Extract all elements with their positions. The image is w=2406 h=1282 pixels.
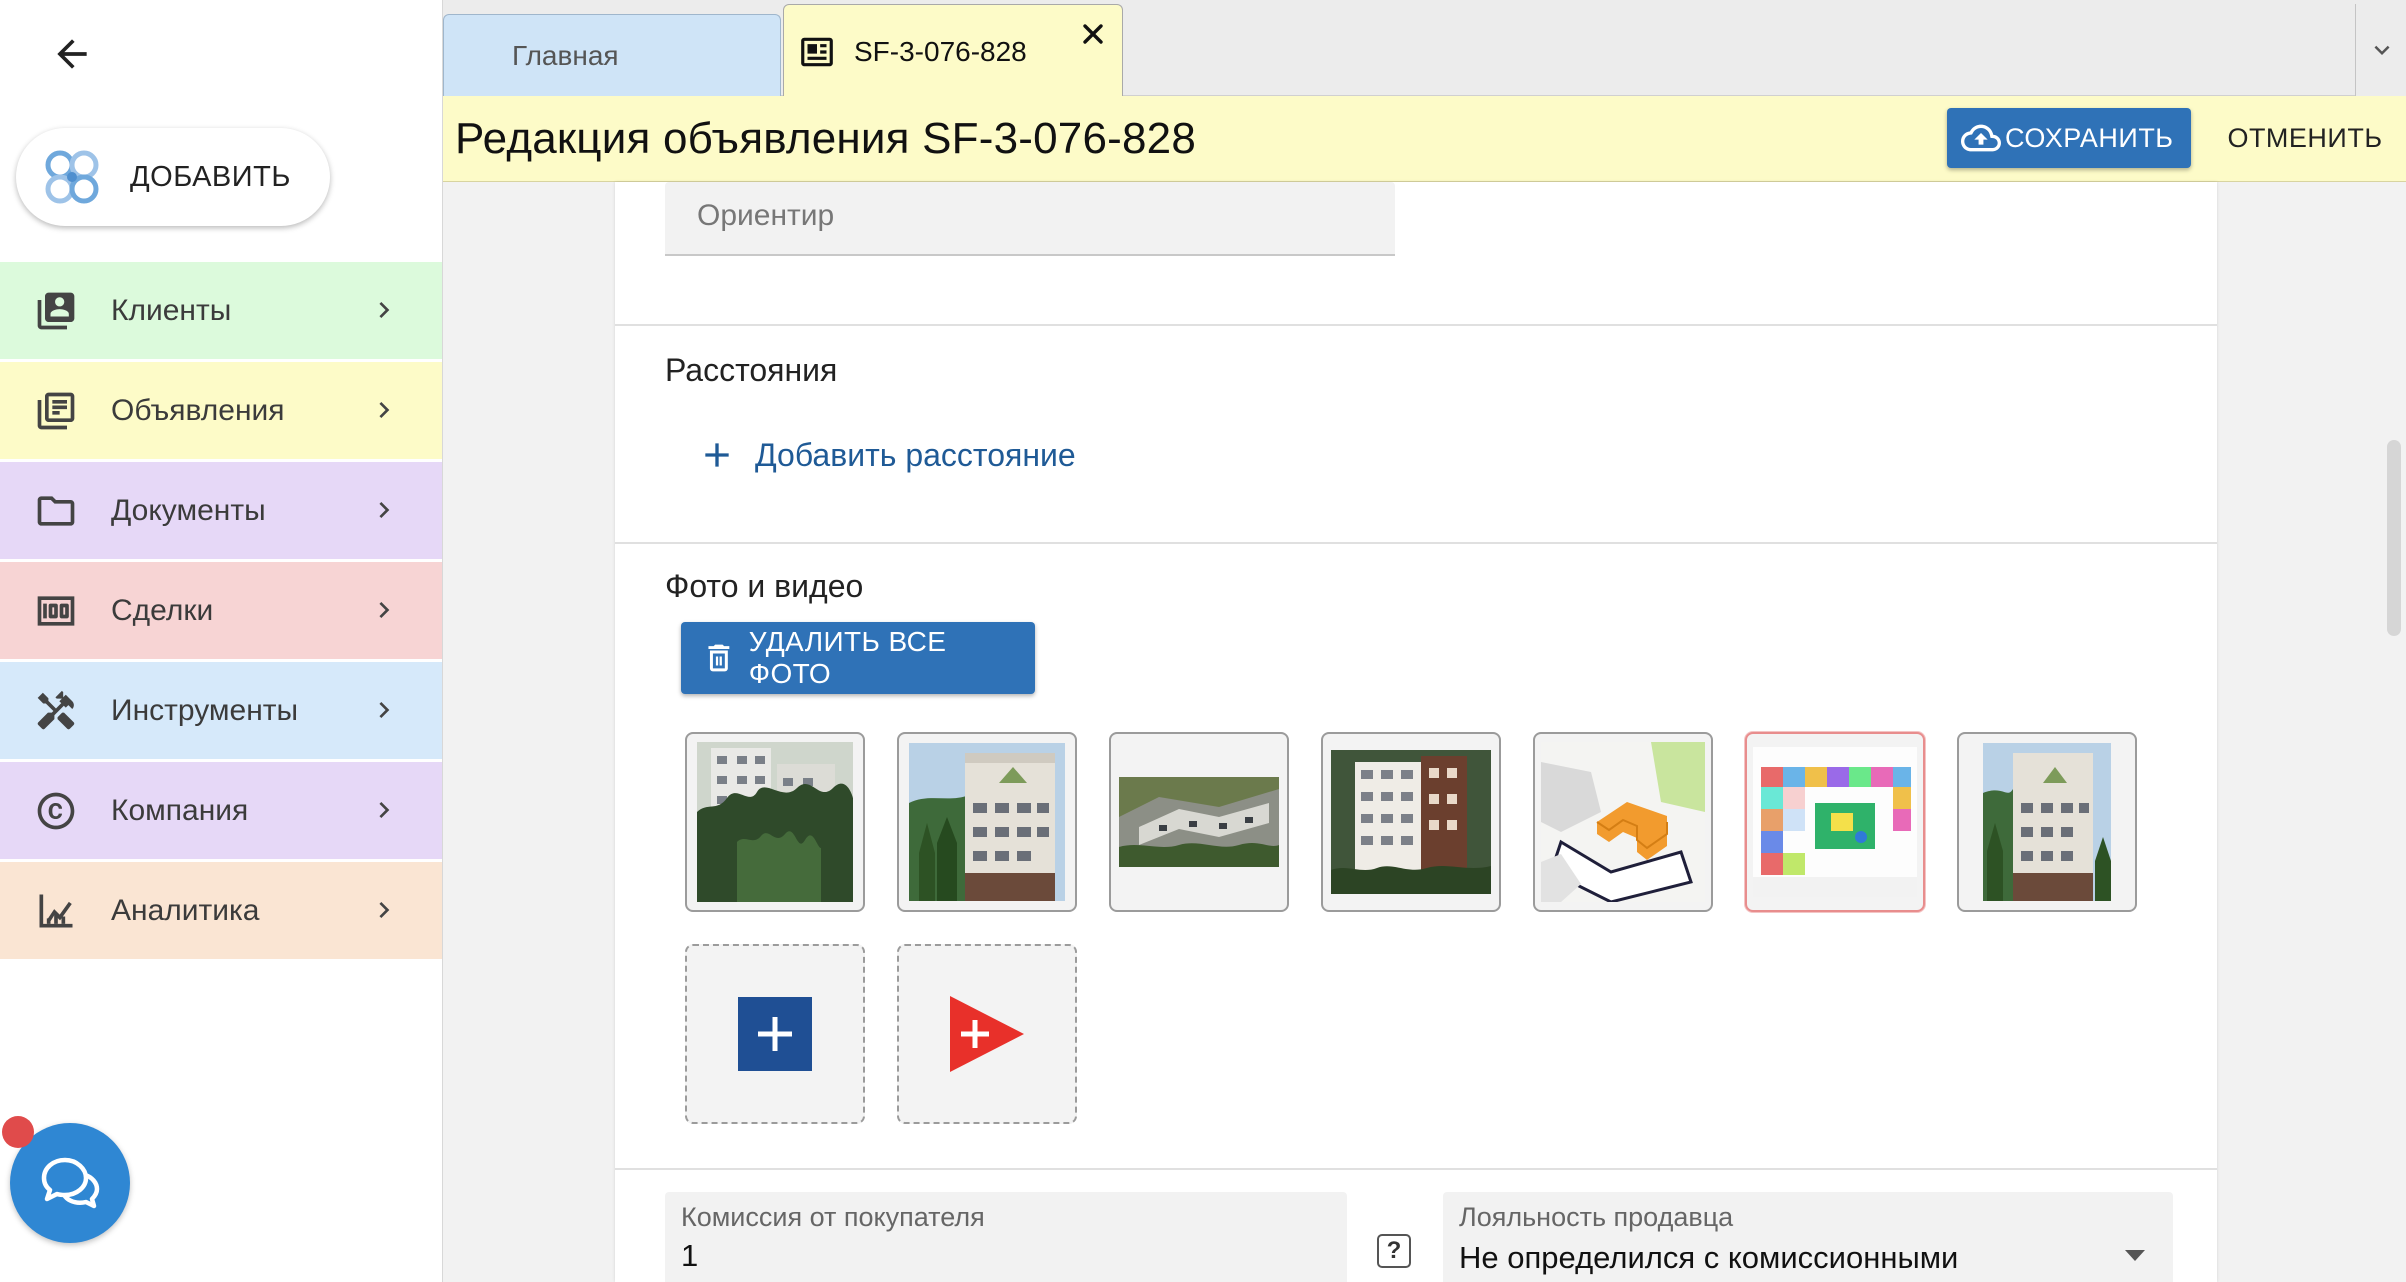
tools-icon <box>33 688 79 734</box>
chevron-right-icon <box>379 502 390 518</box>
add-button[interactable]: ДОБАВИТЬ <box>16 128 330 226</box>
sidebar-item-label: Документы <box>111 493 266 527</box>
tab-listing-label: SF-3-076-828 <box>854 35 1027 67</box>
chat-bubbles-icon <box>41 1157 100 1209</box>
seller-loyalty-label: Лояльность продавца <box>1459 1202 1734 1232</box>
cloud-upload-icon <box>1961 124 2001 152</box>
chevron-right-icon <box>379 902 390 918</box>
building-photo <box>909 743 1065 901</box>
sidebar-item-label: Клиенты <box>111 293 232 327</box>
commission-field[interactable]: Комиссия от покупателя <box>665 1192 1347 1282</box>
building-photo <box>1983 743 2111 901</box>
photo-thumbnail[interactable] <box>1533 732 1713 912</box>
photo-thumbnail-selected[interactable] <box>1745 732 1925 912</box>
photo-thumbnail[interactable] <box>685 732 865 912</box>
add-distance-button[interactable]: Добавить расстояние <box>697 430 1076 480</box>
save-button-label: СОХРАНИТЬ <box>2005 122 2174 153</box>
section-divider <box>615 542 2217 544</box>
add-photo-button[interactable] <box>685 944 865 1124</box>
photo-thumbnail[interactable] <box>1109 732 1289 912</box>
distances-section-title: Расстояния <box>665 352 838 388</box>
delete-all-photos-label: УДАЛИТЬ ВСЕ ФОТО <box>748 626 947 689</box>
sidebar-item-deals[interactable]: Сделки <box>0 562 442 659</box>
tab-home[interactable]: Главная <box>443 14 781 96</box>
aerial-photo <box>1119 777 1279 867</box>
chevron-right-icon <box>379 302 390 318</box>
chevron-right-icon <box>379 702 390 718</box>
chevron-right-icon <box>379 602 390 618</box>
sidebar-item-listings[interactable]: Объявления <box>0 362 442 459</box>
seller-loyalty-value: Не определился с комиссионными <box>1459 1240 1959 1275</box>
folder-icon <box>33 488 79 534</box>
section-divider <box>615 1168 2217 1170</box>
section-divider <box>615 324 2217 326</box>
tab-list-menu-button[interactable] <box>2355 4 2406 96</box>
landmark-input[interactable] <box>697 196 1357 236</box>
sidebar-item-documents[interactable]: Документы <box>0 462 442 559</box>
trash-icon <box>708 644 730 672</box>
analytics-icon <box>33 888 79 934</box>
save-button[interactable]: СОХРАНИТЬ <box>1947 108 2191 168</box>
photo-thumbnail[interactable] <box>897 732 1077 912</box>
back-button[interactable] <box>42 24 102 84</box>
copyright-icon <box>33 788 79 834</box>
media-section-title: Фото и видео <box>665 568 864 604</box>
plus-icon <box>705 443 729 467</box>
sidebar-item-label: Компания <box>111 793 249 827</box>
add-distance-label: Добавить расстояние <box>755 436 1076 473</box>
contacts-icon <box>33 288 79 334</box>
scrollbar-thumb[interactable] <box>2387 440 2401 636</box>
delete-all-photos-button[interactable]: УДАЛИТЬ ВСЕ ФОТО <box>681 622 1035 694</box>
add-photo-icon <box>738 997 812 1071</box>
sidebar-item-label: Сделки <box>111 593 214 627</box>
sidebar-item-tools[interactable]: Инструменты <box>0 662 442 759</box>
add-video-button[interactable] <box>897 944 1077 1124</box>
sidebar-item-label: Аналитика <box>111 893 260 927</box>
sidebar-item-clients[interactable]: Клиенты <box>0 262 442 359</box>
tab-home-label: Главная <box>512 39 619 71</box>
chevron-down-icon <box>2374 45 2389 55</box>
building-photo <box>1331 750 1491 894</box>
help-icon[interactable]: ? <box>1377 1234 1411 1268</box>
sidebar-item-label: Объявления <box>111 393 285 427</box>
sidebar-item-label: Инструменты <box>111 693 299 727</box>
site-plan-image <box>1541 742 1705 902</box>
add-video-icon <box>950 996 1024 1072</box>
notification-badge <box>2 1116 34 1148</box>
add-button-label: ДОБАВИТЬ <box>130 160 291 193</box>
close-icon <box>1083 24 1103 44</box>
chevron-right-icon <box>379 402 390 418</box>
chevron-right-icon <box>379 802 390 818</box>
arrow-left-icon <box>57 39 87 69</box>
listing-form: Расстояния Добавить расстояние Фото и ви… <box>615 182 2217 1282</box>
sidebar-item-analytics[interactable]: Аналитика <box>0 862 442 959</box>
page-header: Редакция объявления SF-3-076-828 СОХРАНИ… <box>443 96 2406 182</box>
commission-input[interactable] <box>681 1236 1281 1276</box>
building-photo <box>697 742 853 902</box>
photo-thumbnail[interactable] <box>1957 732 2137 912</box>
seller-loyalty-select[interactable]: Лояльность продавца Не определился с ком… <box>1443 1192 2173 1282</box>
listing-icon <box>801 37 833 66</box>
floor-plan-image <box>1753 747 1917 897</box>
cancel-button[interactable]: ОТМЕНИТЬ <box>2213 108 2397 168</box>
sidebar-nav: Клиенты Объявления Документы Сделки Инст… <box>0 262 442 962</box>
main-area: Главная SF-3-076-828 Редакция объявления… <box>442 0 2406 1282</box>
photo-thumbnail[interactable] <box>1321 732 1501 912</box>
brand-logo-icon <box>45 150 99 204</box>
sidebar: ДОБАВИТЬ Клиенты Объявления Документы Сд… <box>0 0 442 1282</box>
tab-close-button[interactable] <box>1078 19 1108 49</box>
money-icon <box>33 588 79 634</box>
tab-listing[interactable]: SF-3-076-828 <box>783 4 1123 98</box>
dropdown-caret-icon <box>2125 1250 2145 1261</box>
landmark-field[interactable] <box>665 182 1395 256</box>
tab-bar: Главная SF-3-076-828 <box>443 0 2406 98</box>
page-title: Редакция объявления SF-3-076-828 <box>455 114 1196 163</box>
sidebar-item-company[interactable]: Компания <box>0 762 442 859</box>
listing-icon <box>33 388 79 434</box>
commission-label: Комиссия от покупателя <box>681 1202 985 1232</box>
